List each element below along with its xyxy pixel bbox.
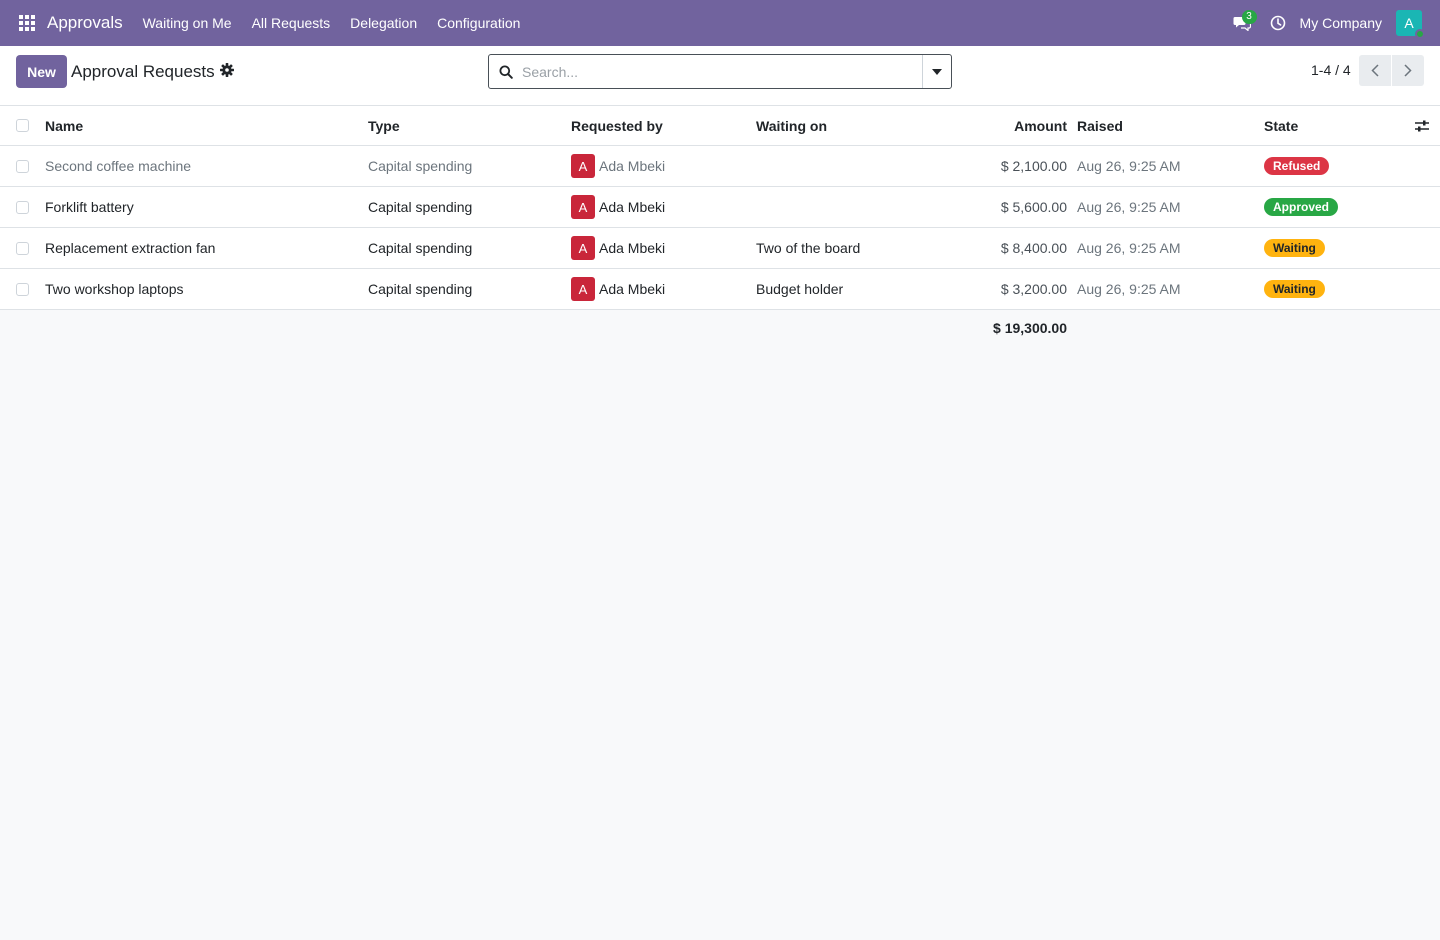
requester-avatar: A [571, 154, 595, 178]
status-badge: Approved [1264, 198, 1339, 216]
menu-all-requests[interactable]: All Requests [242, 0, 341, 46]
messaging-button[interactable]: 3 [1224, 0, 1260, 46]
requester-name: Ada Mbeki [599, 281, 666, 297]
column-header-waiting-on[interactable]: Waiting on [756, 106, 827, 145]
column-header-type[interactable]: Type [368, 106, 400, 145]
state-cell: Approved [1264, 187, 1339, 227]
requested-by: A Ada Mbeki [571, 146, 665, 186]
requester-avatar: A [571, 195, 595, 219]
requester-name: Ada Mbeki [599, 158, 666, 174]
column-header-state[interactable]: State [1264, 106, 1298, 145]
state-cell: Waiting [1264, 269, 1325, 309]
column-header-raised[interactable]: Raised [1077, 106, 1123, 145]
chevron-left-icon [1371, 64, 1379, 77]
request-type: Capital spending [368, 281, 473, 297]
menu-delegation[interactable]: Delegation [340, 0, 427, 46]
requested-by: A Ada Mbeki [571, 228, 665, 268]
select-all-checkbox[interactable] [16, 119, 29, 132]
request-type: Capital spending [368, 158, 473, 174]
requested-by: A Ada Mbeki [571, 187, 665, 227]
state-cell: Waiting [1264, 228, 1325, 268]
row-select-cell [16, 228, 29, 268]
chevron-right-icon [1404, 64, 1412, 77]
amount: $ 2,100.00 [1000, 158, 1067, 174]
optional-columns-toggle[interactable] [1415, 106, 1429, 145]
pager-value[interactable]: 1-4 / 4 [1311, 62, 1351, 78]
raised-date: Aug 26, 9:25 AM [1077, 199, 1181, 215]
row-select-cell [16, 269, 29, 309]
column-header-amount[interactable]: Amount [1014, 106, 1067, 145]
state-cell: Refused [1264, 146, 1330, 186]
control-panel: New Approval Requests 1-4 / 4 [0, 46, 1440, 106]
message-count-badge: 3 [1241, 10, 1257, 24]
request-name: Replacement extraction fan [45, 240, 216, 256]
requested-by: A Ada Mbeki [571, 269, 665, 309]
requester-avatar: A [571, 236, 595, 260]
request-type: Capital spending [368, 240, 473, 256]
column-header-requested-by[interactable]: Requested by [571, 106, 663, 145]
requester-name: Ada Mbeki [599, 240, 666, 256]
clock-icon [1270, 15, 1285, 31]
amount: $ 5,600.00 [1000, 199, 1067, 215]
company-switcher[interactable]: My Company [1300, 15, 1382, 31]
online-status-dot [1415, 29, 1425, 39]
request-name: Forklift battery [45, 199, 134, 215]
user-avatar[interactable]: A [1396, 10, 1425, 39]
amount-total: $ 19,300.00 [993, 320, 1067, 336]
row-checkbox[interactable] [16, 241, 29, 255]
menu-configuration[interactable]: Configuration [427, 0, 530, 46]
activity-button[interactable] [1260, 0, 1296, 46]
column-header-name[interactable]: Name [45, 106, 83, 145]
search-options-toggle[interactable] [922, 55, 951, 88]
search-input[interactable] [522, 55, 922, 88]
amount: $ 8,400.00 [1000, 240, 1067, 256]
row-select-cell [16, 187, 29, 227]
app-brand[interactable]: Approvals [47, 13, 123, 33]
raised-date: Aug 26, 9:25 AM [1077, 281, 1181, 297]
search-icon [489, 55, 522, 88]
search-bar [488, 54, 952, 89]
page-title[interactable]: Approval Requests [71, 62, 215, 82]
totals-row: $ 19,300.00 [0, 310, 1440, 346]
requester-name: Ada Mbeki [599, 199, 666, 215]
table-row[interactable]: Two workshop laptops Capital spending AA… [0, 269, 1440, 310]
menu-waiting-on-me[interactable]: Waiting on Me [133, 0, 242, 46]
approval-requests-list: Name Type Requested by Waiting on Amount… [0, 106, 1440, 346]
request-name: Two workshop laptops [45, 281, 184, 297]
sliders-icon [1415, 120, 1429, 131]
status-badge: Waiting [1264, 280, 1325, 298]
top-navbar: Approvals Waiting on Me All Requests Del… [0, 0, 1440, 46]
select-all-cell [16, 106, 29, 145]
request-name: Second coffee machine [45, 158, 192, 174]
pager-previous-button[interactable] [1359, 55, 1391, 86]
requester-avatar: A [571, 277, 595, 301]
row-checkbox[interactable] [16, 282, 29, 296]
table-header: Name Type Requested by Waiting on Amount… [0, 106, 1440, 146]
raised-date: Aug 26, 9:25 AM [1077, 240, 1181, 256]
request-type: Capital spending [368, 199, 473, 215]
gear-icon[interactable] [220, 63, 234, 77]
waiting-on: Budget holder [756, 281, 844, 297]
row-checkbox[interactable] [16, 200, 29, 214]
status-badge: Refused [1264, 157, 1330, 175]
row-checkbox[interactable] [16, 159, 29, 173]
waiting-on: Two of the board [756, 240, 861, 256]
table-row[interactable]: Second coffee machine Capital spending A… [0, 146, 1440, 187]
table-row[interactable]: Replacement extraction fan Capital spend… [0, 228, 1440, 269]
new-button[interactable]: New [16, 55, 67, 88]
table-row[interactable]: Forklift battery Capital spending A Ada M… [0, 187, 1440, 228]
main-menu: Waiting on Me All Requests Delegation Co… [133, 0, 531, 46]
status-badge: Waiting [1264, 239, 1325, 257]
amount: $ 3,200.00 [1000, 281, 1067, 297]
caret-down-icon [932, 68, 942, 75]
user-avatar-letter: A [1404, 15, 1414, 31]
raised-date: Aug 26, 9:25 AM [1077, 158, 1181, 174]
apps-menu-icon[interactable] [10, 0, 44, 46]
pager-next-button[interactable] [1392, 55, 1424, 86]
row-select-cell [16, 146, 29, 186]
